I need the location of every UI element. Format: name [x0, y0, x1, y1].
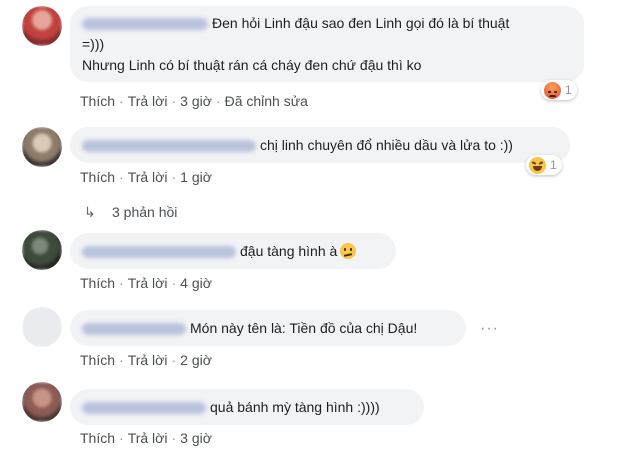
edited-link[interactable]: Đã chỉnh sửa [225, 93, 308, 109]
avatar[interactable] [22, 6, 62, 46]
reply-link[interactable]: Trả lời [128, 352, 168, 368]
view-replies-link[interactable]: ↳ 3 phản hồi [84, 204, 177, 221]
comment-text: quả bánh mỳ tàng hình :)))) [210, 399, 380, 415]
like-link[interactable]: Thích [80, 430, 115, 446]
comment-text-line: =))) [82, 36, 105, 52]
avatar[interactable] [22, 382, 62, 422]
comment-5: quả bánh mỳ tàng hình :)))) Thích · Trả lờ… [0, 382, 621, 455]
avatar[interactable] [22, 127, 62, 167]
comment-bubble: chị linh chuyên đổ nhiều dầu và lửa to :… [70, 127, 570, 163]
replies-count-label: 3 phản hồi [112, 204, 178, 220]
separator: · [119, 93, 124, 109]
separator: · [119, 169, 124, 185]
avatar[interactable] [22, 230, 62, 270]
commenter-name-blurred[interactable] [82, 323, 186, 336]
comment-3: đậu tàng hình à Thích · Trả lời · 4 giờ [0, 230, 621, 300]
avatar[interactable] [22, 307, 62, 347]
reply-link[interactable]: Trả lời [128, 275, 168, 291]
comment-actions: Thích · Trả lời · 3 giờ [80, 430, 212, 446]
comment-actions: Thích · Trả lời · 4 giờ [80, 275, 212, 291]
timestamp-link[interactable]: 4 giờ [180, 275, 212, 291]
reply-link[interactable]: Trả lời [128, 93, 168, 109]
separator: · [171, 430, 177, 446]
comment-text: đậu tàng hình à [240, 243, 338, 259]
comment-actions: Thích · Trả lời · 3 giờ · Đã chỉnh sửa [80, 93, 308, 109]
reply-arrow-icon: ↳ [84, 204, 96, 220]
comment-text-line: Nhưng Linh có bí thuật rán cá cháy đen c… [82, 57, 422, 73]
separator: · [119, 352, 124, 368]
comment-text: chị linh chuyên đổ nhiều dầu và lửa to :… [260, 137, 513, 153]
comment-2: chị linh chuyên đổ nhiều dầu và lửa to :… [0, 120, 621, 225]
haha-reaction-icon [529, 156, 546, 174]
reaction-summary[interactable]: 1 [541, 80, 577, 100]
like-link[interactable]: Thích [80, 169, 115, 185]
comment-text: Món này tên là: Tiền đồ của chị Dậu! [190, 320, 418, 336]
timestamp-link[interactable]: 3 giờ [180, 93, 212, 109]
comment-bubble: Món này tên là: Tiền đồ của chị Dậu! [70, 310, 466, 346]
confused-emoji-icon [340, 243, 357, 259]
more-options-icon[interactable]: ··· [480, 320, 499, 338]
separator: · [171, 93, 177, 109]
reaction-count: 1 [565, 83, 572, 97]
reply-link[interactable]: Trả lời [128, 430, 168, 446]
commenter-name-blurred[interactable] [82, 402, 206, 415]
comment-1: Đen hỏi Linh đậu sao đen Linh gọi đó là … [0, 0, 621, 115]
reaction-count: 1 [550, 158, 557, 172]
comment-bubble: quả bánh mỳ tàng hình :)))) [70, 389, 424, 425]
comment-bubble: đậu tàng hình à [70, 233, 396, 269]
commenter-name-blurred[interactable] [82, 140, 256, 153]
comment-actions: Thích · Trả lời · 2 giờ [80, 352, 212, 368]
like-link[interactable]: Thích [80, 93, 115, 109]
commenter-name-blurred[interactable] [82, 18, 208, 31]
like-link[interactable]: Thích [80, 352, 115, 368]
separator: · [171, 275, 177, 291]
like-link[interactable]: Thích [80, 275, 115, 291]
comment-bubble: Đen hỏi Linh đậu sao đen Linh gọi đó là … [70, 6, 584, 82]
separator: · [215, 93, 221, 109]
comment-text-line: Đen hỏi Linh đậu sao đen Linh gọi đó là … [212, 15, 510, 31]
reaction-summary[interactable]: 1 [526, 155, 562, 175]
comment-4: Món này tên là: Tiền đồ của chị Dậu! ···… [0, 307, 621, 377]
timestamp-link[interactable]: 3 giờ [180, 430, 212, 446]
commenter-name-blurred[interactable] [82, 246, 236, 259]
separator: · [171, 352, 177, 368]
timestamp-link[interactable]: 1 giờ [180, 169, 212, 185]
timestamp-link[interactable]: 2 giờ [180, 352, 212, 368]
separator: · [171, 169, 177, 185]
angry-reaction-icon [544, 81, 561, 99]
separator: · [119, 275, 124, 291]
comment-actions: Thích · Trả lời · 1 giờ [80, 169, 212, 185]
reply-link[interactable]: Trả lời [128, 169, 168, 185]
separator: · [119, 430, 124, 446]
